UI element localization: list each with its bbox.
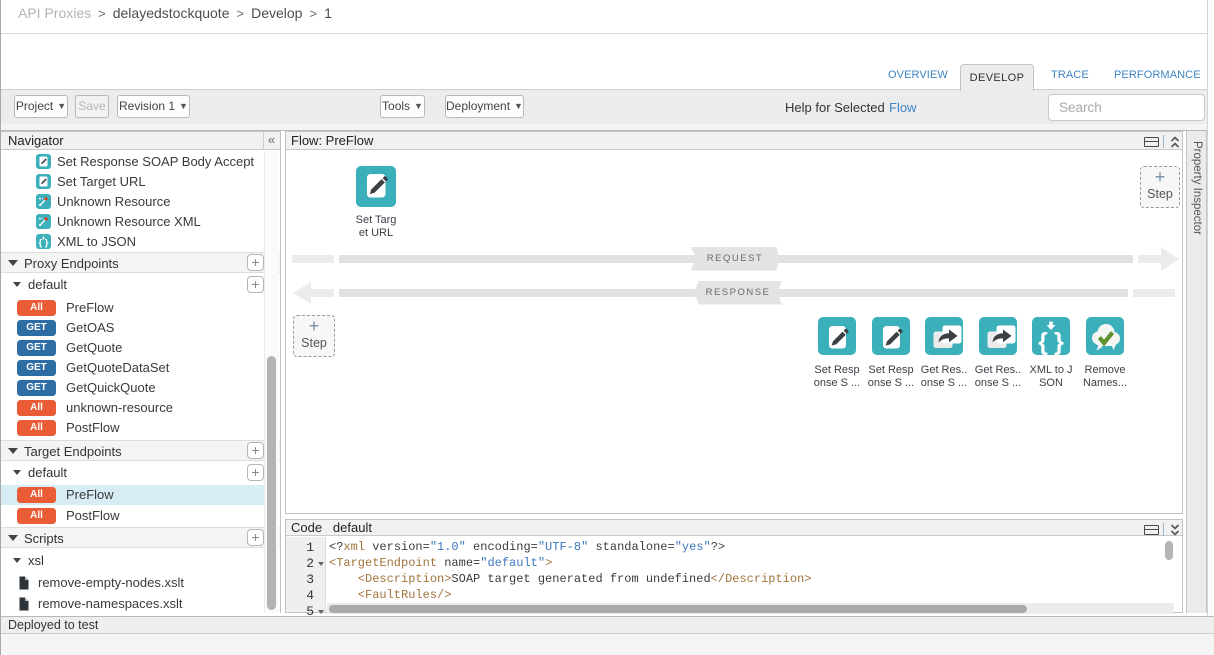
- svg-text:{: {: [1038, 328, 1048, 355]
- svg-text:}: }: [1054, 328, 1064, 355]
